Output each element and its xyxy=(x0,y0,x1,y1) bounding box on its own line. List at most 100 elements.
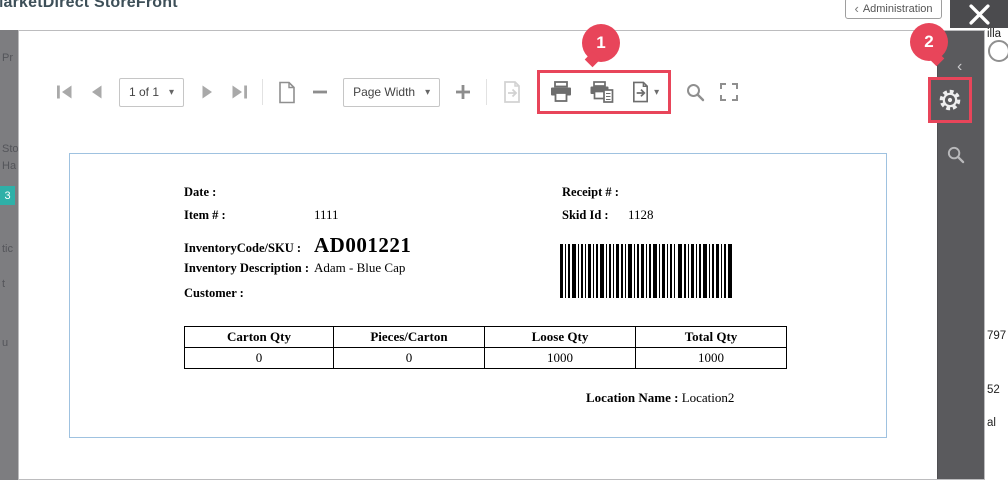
field-value: 1128 xyxy=(628,207,654,222)
next-page-icon xyxy=(201,85,214,99)
administration-label: Administration xyxy=(863,3,933,15)
app-title: MarketDirect StoreFront xyxy=(0,0,178,12)
export-icon xyxy=(630,81,651,103)
column-header: Total Qty xyxy=(636,327,787,348)
dimmed-left-background: Pr Sto Ha 3 tic t u xyxy=(0,30,18,480)
bg-text-fragment: al xyxy=(987,417,996,429)
bg-text-fragment: t xyxy=(2,278,5,290)
location-name-line: Location Name : Location2 xyxy=(586,390,734,406)
bg-text-fragment: tic xyxy=(2,243,13,255)
administration-button[interactable]: ‹ Administration xyxy=(845,0,942,19)
search-button[interactable] xyxy=(685,77,705,107)
print-annotation-box: ▾ xyxy=(537,70,671,114)
field-label: Item # : xyxy=(184,208,314,223)
field-value: 1111 xyxy=(314,207,339,222)
print-preview-button[interactable] xyxy=(589,77,614,107)
field-label: Skid Id : xyxy=(562,208,628,223)
export-button[interactable]: ▾ xyxy=(630,77,659,107)
table-cell: 0 xyxy=(334,348,485,369)
page-setup-icon xyxy=(277,81,297,104)
location-label: Location Name : xyxy=(586,390,678,405)
report-field-sku: InventoryCode/SKU :AD001221 xyxy=(184,233,411,258)
column-header: Carton Qty xyxy=(185,327,334,348)
viewer-side-panel: ‹ xyxy=(937,31,984,479)
column-header: Loose Qty xyxy=(485,327,636,348)
annotation-step-2: 2 xyxy=(910,23,948,61)
report-field-date: Date : xyxy=(184,184,314,200)
background-page-right-fragment: illa 797 52 al xyxy=(985,28,1008,480)
report-preview-dialog: 1 of 1 ▾ Page Width ▾ xyxy=(18,30,985,480)
report-field-skid: Skid Id :1128 xyxy=(562,207,654,223)
field-value: Adam - Blue Cap xyxy=(314,260,405,275)
field-label: Inventory Description : xyxy=(184,261,314,276)
chevron-down-icon: ▾ xyxy=(654,87,659,98)
printer-page-icon xyxy=(589,81,614,103)
first-page-button[interactable] xyxy=(55,77,73,107)
table-header-row: Carton Qty Pieces/Carton Loose Qty Total… xyxy=(185,327,787,348)
bg-text-fragment: Sto xyxy=(2,143,18,155)
first-page-icon xyxy=(56,85,73,99)
field-value: AD001221 xyxy=(314,233,411,257)
annotation-number: 2 xyxy=(924,32,933,52)
field-label: Date : xyxy=(184,185,314,200)
fullscreen-icon xyxy=(719,82,739,102)
report-viewer-toolbar: 1 of 1 ▾ Page Width ▾ xyxy=(19,69,937,115)
report-field-customer: Customer : xyxy=(184,285,314,301)
page-indicator: 1 of 1 xyxy=(129,85,159,99)
zoom-out-button[interactable] xyxy=(311,77,329,107)
chevron-down-icon: ▾ xyxy=(169,87,174,98)
zoom-mode-value: Page Width xyxy=(353,85,415,99)
export-disabled-icon xyxy=(501,81,523,103)
bg-text-fragment: u xyxy=(2,337,8,349)
overlay-corner xyxy=(950,0,1008,28)
annotation-number: 1 xyxy=(596,33,605,53)
collapse-chevron-icon: ‹ xyxy=(957,58,962,75)
report-field-description: Inventory Description :Adam - Blue Cap xyxy=(184,260,405,276)
bg-badge-fragment: 3 xyxy=(0,186,15,205)
next-page-button[interactable] xyxy=(198,77,216,107)
table-cell: 0 xyxy=(185,348,334,369)
collapse-panel-button[interactable]: ‹ xyxy=(957,59,962,75)
bg-badge-text: 3 xyxy=(0,186,15,205)
gear-icon xyxy=(938,88,962,112)
page-number-select[interactable]: 1 of 1 ▾ xyxy=(119,78,184,107)
field-label: Customer : xyxy=(184,286,314,301)
bg-text-fragment: 52 xyxy=(987,384,1000,396)
last-page-button[interactable] xyxy=(230,77,248,107)
search-icon xyxy=(946,145,965,164)
report-field-receipt: Receipt # : xyxy=(562,184,628,200)
previous-page-button[interactable] xyxy=(87,77,105,107)
toolbar-separator xyxy=(262,79,263,105)
settings-gear-button[interactable] xyxy=(928,77,972,123)
zoom-in-button[interactable] xyxy=(454,77,472,107)
fullscreen-button[interactable] xyxy=(719,77,739,107)
page-setup-button[interactable] xyxy=(277,77,297,107)
bg-text-fragment: illa xyxy=(987,28,1001,40)
zoom-mode-select[interactable]: Page Width ▾ xyxy=(343,78,440,107)
annotation-step-1: 1 xyxy=(582,24,620,62)
toolbar-separator xyxy=(486,79,487,105)
app-header: MarketDirect StoreFront ‹ Administration xyxy=(0,0,1008,30)
printer-icon xyxy=(549,81,573,103)
search-icon xyxy=(685,82,705,102)
print-button[interactable] xyxy=(549,77,573,107)
table-cell: 1000 xyxy=(636,348,787,369)
report-field-item: Item # :1111 xyxy=(184,207,339,223)
back-chevron-icon: ‹ xyxy=(854,2,858,15)
bg-circle-icon xyxy=(988,40,1008,62)
chevron-down-icon: ▾ xyxy=(425,87,430,98)
panel-search-button[interactable] xyxy=(946,145,965,167)
bg-text-fragment: Pr xyxy=(2,52,13,64)
close-icon xyxy=(969,4,990,25)
table-row: 0 0 1000 1000 xyxy=(185,348,787,369)
close-dialog-button[interactable] xyxy=(966,2,992,28)
barcode-image xyxy=(560,244,732,298)
bg-text-fragment: Ha xyxy=(2,160,16,172)
refresh-button-disabled[interactable] xyxy=(501,77,523,107)
previous-page-icon xyxy=(90,85,103,99)
column-header: Pieces/Carton xyxy=(334,327,485,348)
report-page: Date : Item # :1111 InventoryCode/SKU :A… xyxy=(69,153,887,438)
minus-icon xyxy=(312,84,328,100)
location-value: Location2 xyxy=(682,390,735,405)
bg-text-fragment: 797 xyxy=(987,330,1006,342)
